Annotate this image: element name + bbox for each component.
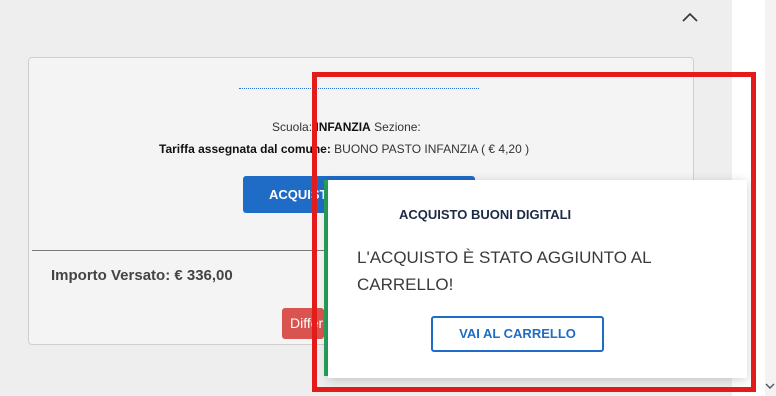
scroll-down[interactable]	[764, 378, 776, 389]
chevron-down-icon	[765, 383, 775, 389]
amount-paid: Importo Versato: € 336,00	[51, 267, 233, 284]
tariff-label: Tariffa assegnata dal comune:	[159, 142, 331, 156]
chevron-up-icon	[682, 12, 698, 22]
school-label: Scuola:	[272, 120, 313, 134]
collapse-button[interactable]	[679, 8, 701, 26]
highlight-box	[312, 72, 756, 392]
scrollbar-track[interactable]	[765, 0, 776, 396]
